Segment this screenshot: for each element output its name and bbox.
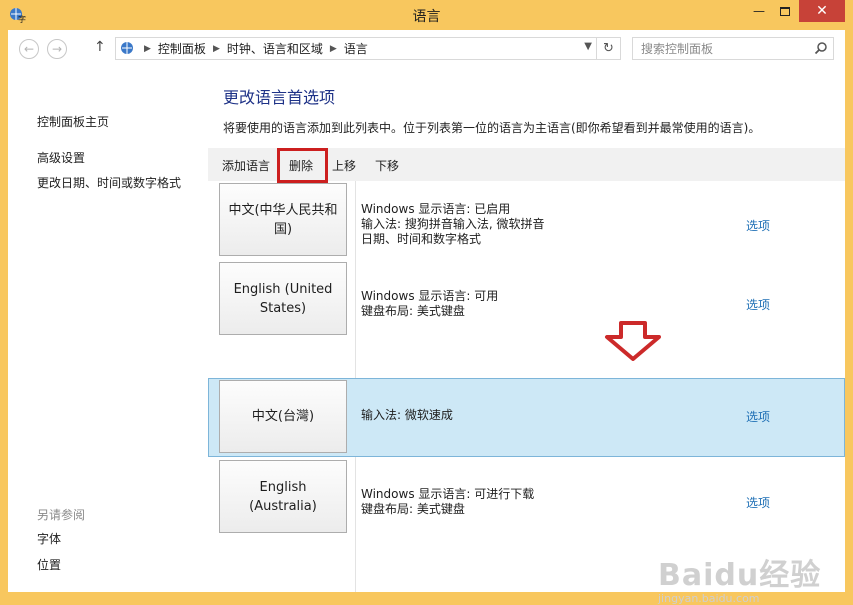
breadcrumb-item-control-panel[interactable]: 控制面板	[158, 40, 206, 57]
language-row[interactable]: English (United States) Windows 显示语言: 可用…	[208, 260, 845, 339]
arrow-right-icon: →	[51, 42, 63, 56]
page-title: 更改语言首选项	[223, 88, 336, 107]
window-title: 语言	[412, 9, 441, 25]
language-details: Windows 显示语言: 已启用 输入法: 搜狗拼音输入法, 微软拼音 日期、…	[361, 202, 545, 247]
up-button[interactable]: ↑	[94, 39, 106, 55]
search-placeholder: 搜索控制面板	[641, 42, 714, 56]
minimize-icon: —	[753, 4, 765, 18]
options-link[interactable]: 选项	[746, 296, 770, 313]
maximize-button[interactable]	[772, 0, 798, 22]
close-button[interactable]: ✕	[799, 0, 845, 22]
chevron-down-icon[interactable]: ▼	[584, 41, 592, 52]
delete-button[interactable]: 删除	[289, 157, 313, 174]
language-detail-line: Windows 显示语言: 已启用	[361, 202, 511, 216]
options-link[interactable]: 选项	[746, 408, 770, 425]
navigation-bar: ← → ↑ ▶ 控制面板 ▶ 时钟、语言和区域 ▶ 语言 ▼ ↻ 搜索控制面板	[8, 30, 845, 68]
main-content: 更改语言首选项 将要使用的语言添加到此列表中。位于列表第一位的语言为主语言(即你…	[208, 68, 845, 592]
watermark: Baidu经验 jingyan.baidu.com	[658, 550, 821, 605]
title-bar: 字 语言 — ✕	[0, 0, 853, 30]
breadcrumb-item-language[interactable]: 语言	[344, 40, 368, 57]
arrow-up-icon: ↑	[94, 39, 106, 55]
maximize-icon	[780, 6, 790, 16]
language-details: Windows 显示语言: 可进行下载 键盘布局: 美式键盘	[361, 487, 534, 517]
arrow-left-icon: ←	[23, 42, 35, 56]
toolbar: 添加语言 删除 上移 下移	[208, 148, 845, 183]
search-input[interactable]: 搜索控制面板	[632, 37, 834, 60]
language-detail-line: 键盘布局: 美式键盘	[361, 502, 465, 516]
language-name-button[interactable]: English (United States)	[219, 262, 347, 335]
language-row[interactable]: English (Australia) Windows 显示语言: 可进行下载 …	[208, 458, 845, 537]
sidebar-link-change-date-time-format[interactable]: 更改日期、时间或数字格式	[37, 174, 181, 191]
minimize-button[interactable]: —	[746, 0, 772, 22]
language-name-button[interactable]: 中文(中华人民共和国)	[219, 183, 347, 256]
baidu-watermark-logo: Baidu经验	[658, 558, 822, 593]
sidebar: 控制面板主页 高级设置 更改日期、时间或数字格式 另请参阅 字体 位置	[8, 68, 208, 592]
see-also-heading: 另请参阅	[37, 508, 86, 522]
add-language-button[interactable]: 添加语言	[222, 157, 270, 174]
forward-button[interactable]: →	[47, 39, 67, 59]
language-detail-line: Windows 显示语言: 可用	[361, 289, 499, 303]
options-link[interactable]: 选项	[746, 494, 770, 511]
move-up-button[interactable]: 上移	[332, 157, 356, 174]
search-icon	[814, 42, 827, 55]
language-name-button[interactable]: English (Australia)	[219, 460, 347, 533]
chevron-right-icon: ▶	[212, 43, 220, 54]
page-description: 将要使用的语言添加到此列表中。位于列表第一位的语言为主语言(即你希望看到并最常使…	[223, 121, 761, 135]
language-detail-line: 输入法: 微软速成	[361, 408, 453, 422]
chevron-right-icon: ▶	[329, 43, 337, 54]
language-row[interactable]: 中文(中华人民共和国) Windows 显示语言: 已启用 输入法: 搜狗拼音输…	[208, 181, 845, 260]
language-detail-line: Windows 显示语言: 可进行下载	[361, 487, 535, 501]
sidebar-link-control-panel-home[interactable]: 控制面板主页	[37, 113, 109, 130]
move-down-button[interactable]: 下移	[375, 157, 399, 174]
close-icon: ✕	[816, 3, 828, 19]
sidebar-link-location[interactable]: 位置	[37, 556, 61, 573]
language-details: 输入法: 微软速成	[361, 408, 453, 423]
language-detail-line: 输入法: 搜狗拼音输入法, 微软拼音	[361, 217, 545, 231]
control-panel-icon	[121, 41, 133, 54]
language-name-button[interactable]: 中文(台灣)	[219, 380, 347, 453]
window: 字 语言 — ✕ ← → ↑ ▶ 控制面板 ▶ 时钟、语言和区域 ▶ 语言 ▼	[0, 0, 853, 605]
address-bar[interactable]: ▶ 控制面板 ▶ 时钟、语言和区域 ▶ 语言 ▼	[115, 37, 597, 60]
client-area: ← → ↑ ▶ 控制面板 ▶ 时钟、语言和区域 ▶ 语言 ▼ ↻ 搜索控制面板	[8, 30, 845, 605]
breadcrumb-item-clock-language-region[interactable]: 时钟、语言和区域	[227, 40, 323, 57]
language-row-selected[interactable]: 中文(台灣) 输入法: 微软速成 选项	[208, 378, 845, 457]
refresh-button[interactable]: ↻	[597, 37, 621, 60]
language-detail-line: 键盘布局: 美式键盘	[361, 304, 465, 318]
back-button[interactable]: ←	[19, 39, 39, 59]
sidebar-link-advanced-settings[interactable]: 高级设置	[37, 149, 85, 166]
language-list: 中文(中华人民共和国) Windows 显示语言: 已启用 输入法: 搜狗拼音输…	[208, 181, 845, 592]
sidebar-link-fonts[interactable]: 字体	[37, 530, 61, 547]
language-detail-line: 日期、时间和数字格式	[361, 232, 482, 246]
options-link[interactable]: 选项	[746, 217, 770, 234]
chevron-right-icon: ▶	[144, 43, 151, 54]
arrow-down-annotation-icon	[605, 321, 661, 361]
language-details: Windows 显示语言: 可用 键盘布局: 美式键盘	[361, 289, 498, 319]
refresh-icon: ↻	[603, 41, 614, 56]
